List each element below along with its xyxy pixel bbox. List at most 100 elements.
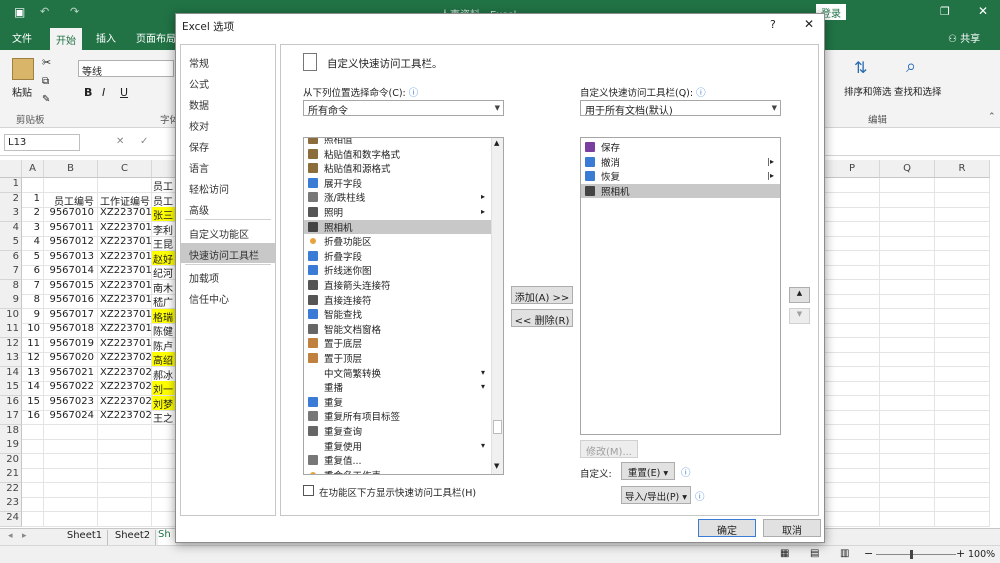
list-item[interactable]: 智能文档窗格 (304, 322, 491, 336)
cell-b[interactable]: 9567016 (44, 294, 98, 309)
list-item[interactable]: 重复 (304, 395, 491, 409)
list-item[interactable]: 重复所有项目标签 (304, 409, 491, 423)
tab-page-layout[interactable]: 页面布局 (136, 30, 176, 45)
commands-scrollbar[interactable]: ▲ ▼ (491, 138, 503, 474)
cell-p[interactable] (825, 468, 880, 483)
nav-item[interactable]: 快速访问工具栏 (181, 243, 275, 263)
cell-b[interactable] (44, 482, 98, 498)
copy-icon[interactable]: ⧉ (42, 76, 49, 87)
page-break-view-icon[interactable]: ▥ (840, 548, 849, 559)
tab-home[interactable]: 开始 (50, 28, 82, 50)
cell-r[interactable] (935, 410, 990, 425)
cell-r[interactable] (935, 323, 990, 338)
list-item[interactable]: 重复查询 (304, 424, 491, 438)
cell-p[interactable] (825, 192, 880, 208)
cell-b[interactable]: 9567024 (44, 410, 98, 425)
collapse-ribbon-icon[interactable]: ⌃ (988, 112, 996, 122)
column-header-r[interactable]: R (935, 160, 990, 178)
normal-view-icon[interactable]: ▦ (780, 548, 789, 559)
cell-p[interactable] (825, 366, 880, 382)
cell-d[interactable]: 南木 (152, 279, 176, 295)
row-header[interactable]: 2 (0, 192, 22, 208)
cell-c[interactable] (98, 453, 152, 469)
cell-q[interactable] (880, 192, 935, 208)
cell-q[interactable] (880, 323, 935, 338)
cell-q[interactable] (880, 482, 935, 498)
paste-icon[interactable] (12, 58, 34, 80)
italic-icon[interactable]: I (102, 86, 105, 99)
help-button[interactable]: ? (770, 18, 776, 31)
cell-p[interactable] (825, 453, 880, 469)
confirm-entry-icon[interactable]: ✓ (140, 136, 148, 147)
list-item[interactable]: 置于底层 (304, 336, 491, 350)
tab-file[interactable]: 文件 (12, 30, 32, 45)
list-item[interactable]: 智能查找 (304, 307, 491, 321)
cell-b[interactable]: 9567010 (44, 207, 98, 222)
nav-item[interactable]: 自定义功能区 (181, 222, 275, 242)
cell-q[interactable] (880, 221, 935, 237)
cell-r[interactable] (935, 381, 990, 396)
list-item[interactable]: 中文简繁转换 ▾ (304, 366, 491, 380)
column-header-b[interactable]: B (44, 160, 98, 178)
sheet-nav-right-icon[interactable]: ▸ (22, 531, 27, 541)
cell-c[interactable]: XZ223702 (98, 366, 152, 382)
cell-b[interactable]: 9567014 (44, 265, 98, 280)
column-header-d[interactable] (152, 160, 176, 178)
list-item[interactable]: 折叠字段 (304, 249, 491, 263)
cell-r[interactable] (935, 453, 990, 469)
share-button[interactable]: ⚇ 共享 (948, 30, 980, 45)
cell-c[interactable]: XZ223702 (98, 395, 152, 411)
font-name-box[interactable]: 等线 (78, 60, 174, 78)
cell-p[interactable] (825, 207, 880, 222)
row-header[interactable]: 21 (0, 468, 22, 483)
row-header[interactable]: 12 (0, 337, 22, 353)
cell-d[interactable]: 陈健 (152, 323, 176, 338)
list-item[interactable]: 直接箭头连接符 (304, 278, 491, 292)
column-header-a[interactable]: A (22, 160, 44, 178)
cell-a[interactable]: 14 (22, 381, 44, 396)
cell-r[interactable] (935, 337, 990, 353)
cell-p[interactable] (825, 294, 880, 309)
cell-b[interactable]: 9567019 (44, 337, 98, 353)
list-item[interactable]: 照相机 (581, 183, 780, 198)
cell-q[interactable] (880, 424, 935, 440)
zoom-level[interactable]: 100% (968, 549, 995, 560)
column-header-c[interactable]: C (98, 160, 152, 178)
cell-b[interactable]: 员工编号 (44, 192, 98, 208)
cell-p[interactable] (825, 250, 880, 266)
cell-a[interactable]: 16 (22, 410, 44, 425)
list-item[interactable]: 展开字段 (304, 176, 491, 190)
cell-d[interactable]: 纪河 (152, 265, 176, 280)
cell-d[interactable] (152, 511, 176, 527)
find-select-label[interactable]: 查找和选择 (894, 84, 942, 98)
reset-button[interactable]: 重置(E) ▾ (621, 462, 675, 480)
list-item[interactable]: 粘贴值和数字格式 (304, 147, 491, 161)
cell-b[interactable]: 9567015 (44, 279, 98, 295)
cell-c[interactable]: XZ223701 (98, 221, 152, 237)
cell-q[interactable] (880, 250, 935, 266)
cell-c[interactable]: XZ223702 (98, 410, 152, 425)
row-header[interactable]: 8 (0, 279, 22, 295)
cell-r[interactable] (935, 308, 990, 324)
cell-d[interactable]: 李利 (152, 221, 176, 237)
cell-q[interactable] (880, 265, 935, 280)
qat-list[interactable]: 保存 撤消 |▸ 恢复 |▸ 照相机 (580, 137, 781, 435)
row-header[interactable]: 15 (0, 381, 22, 396)
cell-c[interactable]: XZ223701 (98, 236, 152, 251)
cell-a[interactable] (22, 482, 44, 498)
cell-c[interactable]: XZ223701 (98, 337, 152, 353)
list-item[interactable]: 重复使用 ▾ (304, 439, 491, 453)
sheet-tab-1[interactable]: Sheet1 (62, 530, 108, 545)
cell-a[interactable] (22, 424, 44, 440)
cell-r[interactable] (935, 395, 990, 411)
row-header[interactable]: 16 (0, 395, 22, 411)
list-item[interactable]: 照相机 (304, 219, 491, 234)
select-all-corner[interactable] (0, 160, 22, 178)
cell-q[interactable] (880, 294, 935, 309)
list-item[interactable]: 照相值 (304, 138, 491, 146)
cell-a[interactable] (22, 511, 44, 527)
cell-r[interactable] (935, 511, 990, 527)
cell-r[interactable] (935, 439, 990, 454)
cell-d[interactable] (152, 497, 176, 512)
list-item[interactable]: 重复值... (304, 453, 491, 467)
